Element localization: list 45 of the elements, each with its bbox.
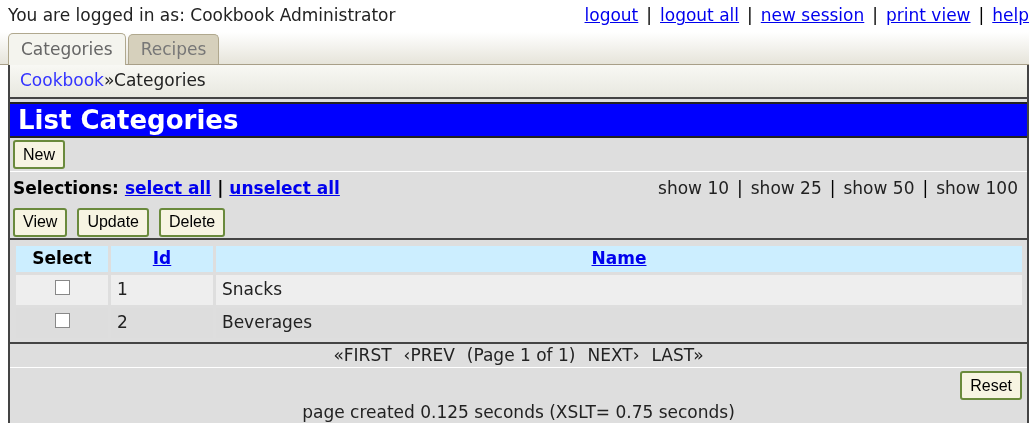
selections-label: Selections: <box>13 177 119 201</box>
table-cell-text: 2 <box>116 311 129 335</box>
column-header[interactable]: Id <box>111 246 213 272</box>
table-cell-text: Snacks <box>221 278 284 302</box>
table-cell-text: Beverages <box>221 311 314 335</box>
separator: | <box>829 177 836 201</box>
page-size-link[interactable]: show 100 <box>936 176 1018 202</box>
footer-text: page created 0.125 seconds (XSLT= 0.75 seconds) <box>302 402 735 422</box>
page-size-link[interactable]: show 10 <box>658 176 730 202</box>
pagination-link[interactable]: LAST» <box>651 342 704 369</box>
separator: | <box>737 177 743 201</box>
pagination-link[interactable]: NEXT› <box>587 342 640 369</box>
action-button[interactable]: Delete <box>159 207 226 237</box>
separator: | <box>646 4 653 28</box>
separator: | <box>922 177 929 201</box>
new-button[interactable]: New <box>13 140 65 169</box>
separator: | <box>217 177 224 201</box>
reset-button[interactable]: Reset <box>960 371 1022 400</box>
table-cell-text: 1 <box>116 278 129 302</box>
action-button[interactable]: Update <box>77 207 149 237</box>
row-checkbox[interactable] <box>54 313 70 329</box>
separator: | <box>747 4 753 28</box>
page-size-link[interactable]: show 50 <box>843 176 915 202</box>
action-button[interactable]: View <box>13 207 68 237</box>
selection-link[interactable]: select all <box>124 176 212 202</box>
breadcrumb-link[interactable]: Cookbook <box>20 68 104 94</box>
pagination-link[interactable]: (Page 1 of 1) <box>466 342 576 369</box>
header-link[interactable]: new session <box>760 3 865 29</box>
pagination-link[interactable]: ‹PREV <box>403 342 455 369</box>
login-text: You are logged in as: Cookbook Administrator <box>8 4 396 28</box>
selection-link[interactable]: unselect all <box>229 176 340 202</box>
pagination-link[interactable]: «FIRST <box>333 342 392 369</box>
header-link[interactable]: help <box>992 3 1029 29</box>
page-title: List Categories <box>18 103 239 137</box>
tab[interactable]: Categories <box>8 33 126 65</box>
header-link[interactable]: logout <box>584 3 639 29</box>
separator: | <box>978 4 985 28</box>
page-size-link[interactable]: show 25 <box>750 176 822 202</box>
column-header[interactable]: Name <box>216 246 1022 272</box>
row-checkbox[interactable] <box>54 280 70 296</box>
separator: | <box>872 4 878 28</box>
header-link[interactable]: logout all <box>660 3 740 29</box>
column-header: Select <box>16 246 108 272</box>
breadcrumb-current: »Categories <box>103 69 206 93</box>
header-link[interactable]: print view <box>886 3 971 29</box>
